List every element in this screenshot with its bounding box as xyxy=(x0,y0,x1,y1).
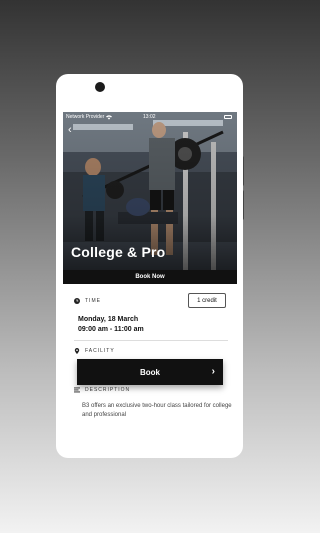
description-icon xyxy=(74,387,80,393)
facility-section-label: FACILITY xyxy=(74,348,115,354)
description-section-label: DESCRIPTION xyxy=(74,387,130,393)
class-title: College & Pro xyxy=(71,244,166,260)
wifi-icon xyxy=(106,114,113,120)
class-date: Monday, 18 March xyxy=(78,316,139,323)
clock-icon xyxy=(74,298,80,304)
status-bar: Network Provider 13:02 xyxy=(66,113,234,121)
time-section-label: TIME xyxy=(74,298,101,304)
credit-badge: 1 credit xyxy=(188,293,226,308)
chevron-right-icon: › xyxy=(211,366,215,377)
carrier-name: Network Provider xyxy=(66,114,105,120)
book-button-label: Book xyxy=(140,367,160,377)
class-description: B3 offers an exclusive two-hour class ta… xyxy=(82,403,232,418)
location-pin-icon xyxy=(74,348,80,354)
book-button[interactable]: Book › xyxy=(77,359,223,385)
back-arrow-icon[interactable]: ‹ xyxy=(68,124,78,136)
class-hero-image: Network Provider 13:02 ‹ College & Pro B… xyxy=(63,112,237,284)
front-camera xyxy=(95,82,105,92)
phone-frame: Network Provider 13:02 ‹ College & Pro B… xyxy=(56,74,243,458)
divider xyxy=(74,340,228,341)
class-hours: 09:00 am - 11:00 am xyxy=(78,326,144,333)
status-time: 13:02 xyxy=(143,114,156,120)
book-now-bar[interactable]: Book Now xyxy=(63,270,237,284)
battery-icon xyxy=(224,115,232,119)
